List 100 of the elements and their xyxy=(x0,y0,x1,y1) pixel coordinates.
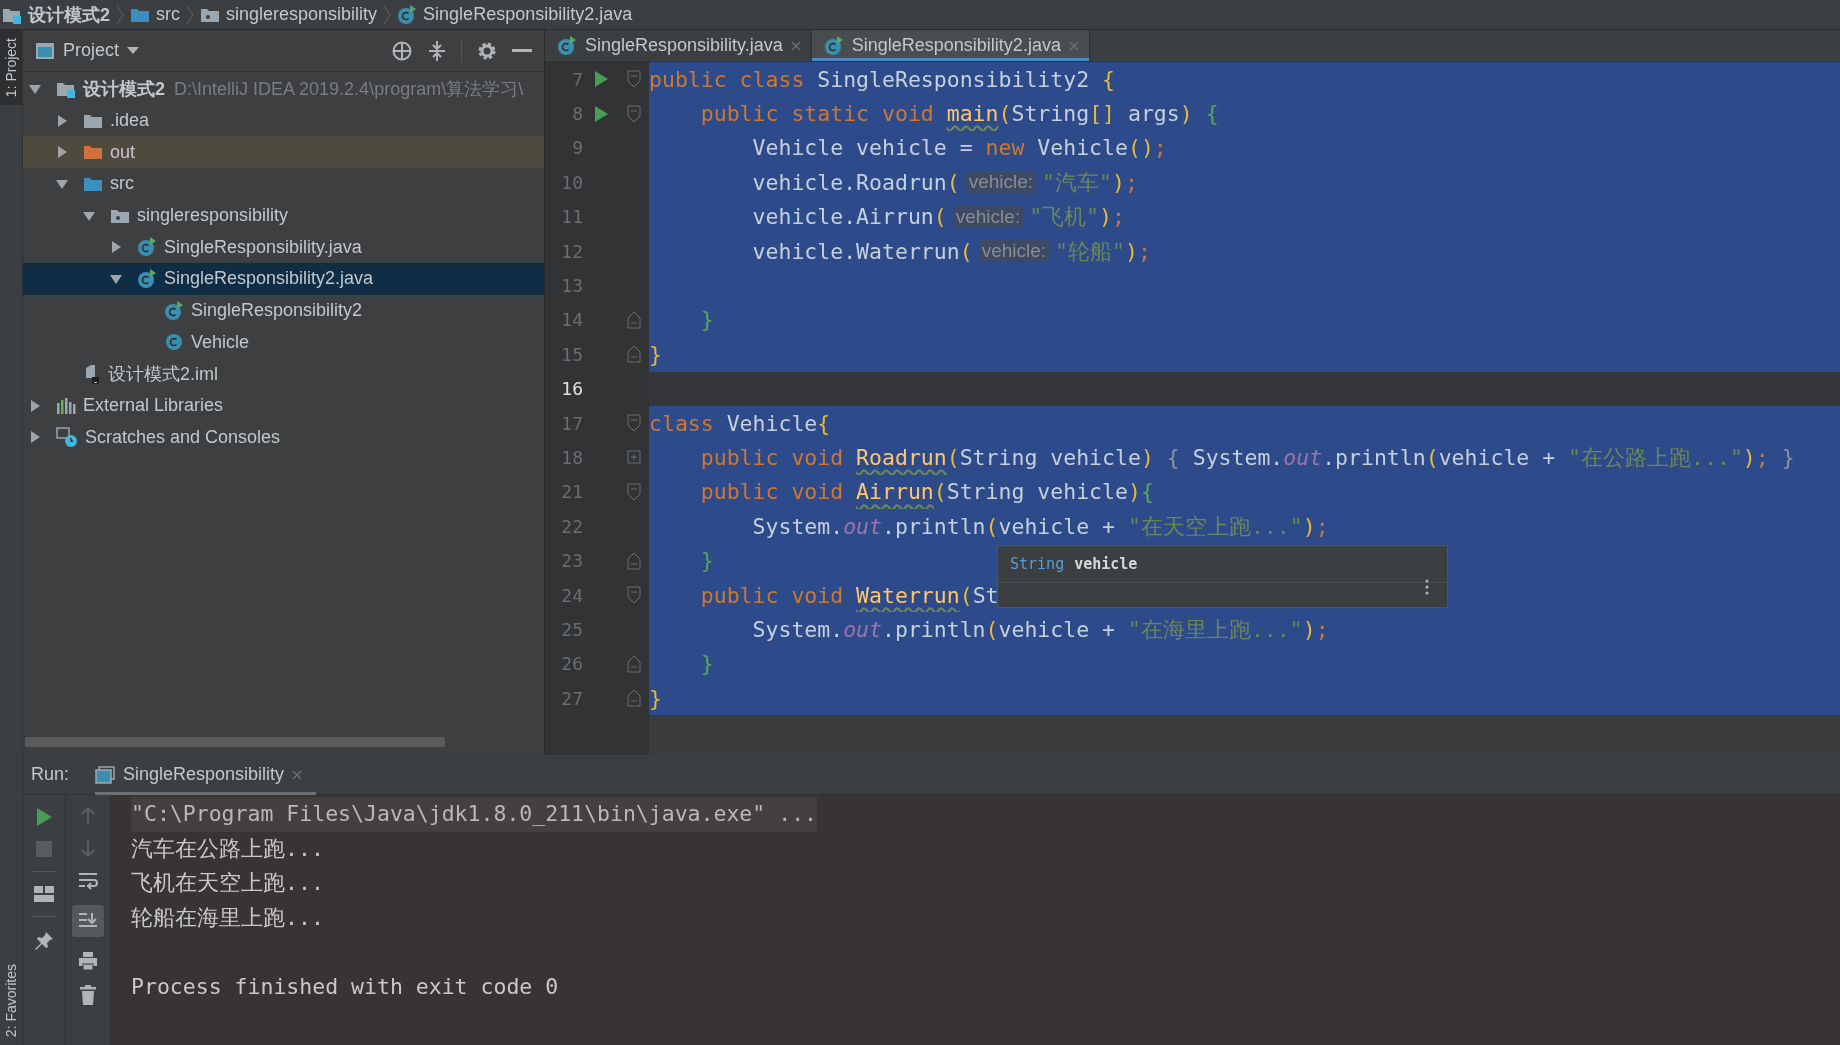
scrollbar[interactable] xyxy=(25,737,445,747)
tree-item[interactable]: singleresponsibility xyxy=(23,199,544,232)
editor-tab[interactable]: SingleResponsibility.java xyxy=(545,30,812,61)
run-icon[interactable] xyxy=(35,807,53,827)
fold-icon[interactable] xyxy=(627,551,641,570)
expand-fold-icon[interactable] xyxy=(627,450,641,465)
tree-item[interactable]: SingleResponsibility.java xyxy=(23,231,544,264)
locate-icon[interactable] xyxy=(391,39,413,62)
line-number: 13 xyxy=(560,275,583,297)
console-output: Process finished with exit code 0 xyxy=(131,972,559,1001)
close-icon[interactable] xyxy=(790,40,801,51)
fold-icon[interactable] xyxy=(627,70,641,89)
tree-item[interactable]: 设计模式2 D:\IntelliJ IDEA 2019.2.4\program\算法学习\ xyxy=(23,73,544,105)
collapsed-arrow-icon[interactable] xyxy=(29,431,41,444)
tree-item[interactable]: Scratches and Consoles xyxy=(23,421,544,454)
tree-item[interactable]: out xyxy=(23,136,544,169)
line-number: 16 xyxy=(560,378,583,400)
line-number: 26 xyxy=(560,653,583,675)
line-number: 10 xyxy=(560,171,583,193)
fold-icon[interactable] xyxy=(627,654,641,673)
console-output: 汽车在公路上跑... xyxy=(131,834,324,863)
line-number: 18 xyxy=(560,447,583,468)
soft-wrap-icon[interactable] xyxy=(78,871,98,891)
layout-icon[interactable] xyxy=(34,886,54,902)
expanded-arrow-icon[interactable] xyxy=(110,272,122,285)
breadcrumb-item[interactable]: singleresponsibility xyxy=(200,4,378,25)
line-number: 11 xyxy=(560,206,583,228)
type-text: String xyxy=(1010,555,1065,573)
scratches-icon xyxy=(56,426,78,449)
breadcrumb-item[interactable]: src xyxy=(130,4,180,25)
fold-icon[interactable] xyxy=(627,104,641,123)
fold-icon[interactable] xyxy=(627,345,641,364)
tree-item[interactable]: Vehicle xyxy=(23,326,544,359)
line-number: 15 xyxy=(560,343,583,365)
class-icon xyxy=(823,35,844,56)
print-icon[interactable] xyxy=(78,951,98,971)
line-number: 9 xyxy=(571,137,583,159)
scroll-to-end-button[interactable] xyxy=(72,905,104,937)
tool-window-button[interactable]: 2: Favorites xyxy=(0,955,22,1045)
close-icon[interactable] xyxy=(292,769,303,780)
line-number: 27 xyxy=(560,687,583,709)
line-number: 24 xyxy=(560,584,583,606)
line-number: 22 xyxy=(560,515,583,537)
expanded-arrow-icon[interactable] xyxy=(56,177,68,190)
window-icon xyxy=(35,41,55,60)
fold-icon[interactable] xyxy=(627,482,641,501)
chevron-icon xyxy=(186,4,194,25)
collapsed-arrow-icon[interactable] xyxy=(110,241,122,254)
line-number: 25 xyxy=(560,618,583,640)
chevron-icon xyxy=(383,4,392,25)
line-number: 17 xyxy=(560,412,583,434)
line-number: 8 xyxy=(571,103,583,125)
collapsed-arrow-icon[interactable] xyxy=(56,146,68,159)
run-tab[interactable]: SingleResponsibility xyxy=(95,754,317,795)
class-icon xyxy=(164,300,184,321)
collapsed-arrow-icon[interactable] xyxy=(29,399,41,412)
collapsed-arrow-icon[interactable] xyxy=(56,114,68,127)
tree-item[interactable]: 设计模式2.iml xyxy=(23,358,544,390)
line-number: 12 xyxy=(560,240,583,262)
run-icon[interactable] xyxy=(594,105,608,122)
tree-item[interactable]: SingleResponsibility2.java xyxy=(23,263,544,295)
folder-icon xyxy=(83,144,103,161)
expanded-arrow-icon[interactable] xyxy=(83,209,95,222)
tree-item[interactable]: SingleResponsibility2 xyxy=(23,294,544,327)
tree-item[interactable]: External Libraries xyxy=(23,389,544,422)
breadcrumb-item[interactable]: SingleResponsibility2.java xyxy=(397,4,633,25)
console-command: "C:\Program Files\Java\jdk1.8.0_211\bin\java.exe" ... xyxy=(131,797,818,832)
line-number: 21 xyxy=(560,481,583,503)
fold-icon[interactable] xyxy=(627,586,641,605)
class-icon xyxy=(137,268,157,289)
fold-icon[interactable] xyxy=(627,689,641,708)
path-text: D:\IntelliJ IDEA 2019.2.4\program\算法学习\ xyxy=(174,77,524,101)
console-output: 轮船在海里上跑... xyxy=(131,903,324,932)
line-number: 7 xyxy=(571,68,583,90)
package-icon xyxy=(110,207,130,224)
caret-icon xyxy=(127,46,140,55)
line-number: 14 xyxy=(560,309,583,331)
tree-item[interactable]: src xyxy=(23,168,544,200)
fold-icon[interactable] xyxy=(627,310,641,329)
fold-icon[interactable] xyxy=(627,414,641,433)
collapse-all-icon[interactable] xyxy=(427,39,447,62)
folder-icon xyxy=(130,6,150,23)
tool-window-button[interactable]: 1: Project xyxy=(0,30,22,106)
more-icon[interactable] xyxy=(1425,579,1429,595)
package-icon xyxy=(200,6,220,23)
libraries-icon xyxy=(56,396,76,415)
editor-tab[interactable]: SingleResponsibility2.java xyxy=(811,30,1090,61)
folder-icon xyxy=(83,175,103,192)
line-number: 23 xyxy=(560,550,583,572)
run-label: Run: xyxy=(31,764,70,785)
expanded-arrow-icon[interactable] xyxy=(29,82,41,95)
project-view-dropdown[interactable]: Project xyxy=(35,40,140,61)
breadcrumb-item[interactable]: 设计模式2 xyxy=(2,2,110,27)
trash-icon[interactable] xyxy=(80,985,96,1005)
tree-item[interactable]: .idea xyxy=(23,104,544,137)
folder-icon xyxy=(83,112,103,129)
file-icon xyxy=(83,364,101,385)
minimize-icon[interactable] xyxy=(512,48,532,53)
run-icon[interactable] xyxy=(594,71,608,88)
pin-icon[interactable] xyxy=(34,931,54,951)
